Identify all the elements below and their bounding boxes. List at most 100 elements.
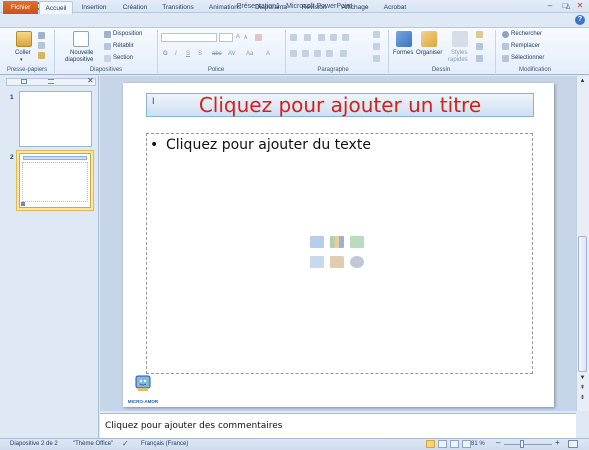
close-button[interactable]: ✕ — [573, 0, 587, 12]
cut-icon[interactable] — [38, 32, 45, 39]
insert-smartart-icon[interactable] — [350, 236, 364, 248]
help-icon[interactable]: ? — [575, 15, 585, 25]
content-placeholder-text[interactable]: Cliquez pour ajouter du texte — [166, 137, 371, 153]
align-center-icon[interactable] — [302, 50, 309, 57]
tab-home[interactable]: Accueil — [39, 1, 73, 14]
zoom-in-button[interactable]: + — [555, 438, 560, 448]
format-painter-icon[interactable] — [38, 52, 45, 59]
shape-fill-icon[interactable] — [476, 31, 483, 38]
zoom-slider-track[interactable] — [504, 444, 552, 445]
paste-dropdown-icon[interactable]: ▾ — [20, 56, 23, 64]
bold-button[interactable]: G — [163, 50, 168, 58]
smartart-icon[interactable] — [373, 55, 380, 62]
change-case-button[interactable]: Aa — [246, 50, 253, 58]
columns-icon[interactable] — [340, 50, 347, 57]
language-indicator[interactable]: Français (France) — [141, 439, 188, 449]
align-text-icon[interactable] — [373, 43, 380, 50]
new-slide-icon[interactable] — [73, 31, 89, 47]
spellcheck-icon[interactable]: ✓ — [122, 439, 129, 449]
increase-indent-icon[interactable] — [330, 34, 337, 41]
align-left-icon[interactable] — [290, 50, 297, 57]
select-button[interactable]: Sélectionner — [511, 54, 544, 62]
bullets-icon[interactable] — [290, 34, 297, 41]
shadow-button[interactable]: S — [198, 50, 202, 58]
line-spacing-icon[interactable] — [342, 34, 349, 41]
insert-media-icon[interactable] — [350, 256, 364, 268]
clear-formatting-icon[interactable] — [255, 34, 262, 41]
new-slide-button-line2[interactable]: diapositive — [65, 56, 93, 64]
theme-name[interactable]: "Thème Office" — [73, 439, 113, 449]
previous-slide-icon[interactable]: ⇞ — [577, 384, 588, 393]
insert-table-icon[interactable] — [310, 236, 324, 248]
tab-file[interactable]: Fichier — [3, 1, 38, 14]
insert-chart-icon[interactable] — [330, 236, 344, 248]
tab-review[interactable]: Révision — [296, 1, 332, 14]
scrollbar-thumb[interactable] — [578, 236, 587, 372]
strikethrough-button[interactable]: abc — [212, 50, 222, 58]
layout-button[interactable]: Disposition — [113, 30, 142, 38]
close-pane-icon[interactable]: ✕ — [87, 76, 94, 85]
tab-design[interactable]: Création — [116, 1, 154, 14]
next-slide-icon[interactable]: ⇟ — [577, 394, 588, 403]
content-placeholder-box[interactable] — [146, 133, 533, 374]
reading-view-icon[interactable] — [450, 440, 459, 448]
normal-view-icon[interactable] — [426, 440, 435, 448]
copy-icon[interactable] — [38, 42, 45, 49]
arrange-button[interactable]: Organiser — [416, 49, 442, 57]
zoom-level[interactable]: 81 % — [471, 439, 485, 449]
shapes-button[interactable]: Formes — [393, 49, 413, 57]
insert-clipart-icon[interactable] — [330, 256, 344, 268]
thumbnail-content-placeholder — [22, 162, 88, 202]
tab-animations[interactable]: Animations — [204, 1, 246, 14]
section-button[interactable]: Section — [113, 54, 133, 62]
tab-slideshow[interactable]: Diaporama — [251, 1, 291, 14]
thumbnail-logo — [21, 202, 25, 206]
underline-button[interactable]: S — [186, 50, 190, 58]
justify-icon[interactable] — [326, 50, 333, 57]
shrink-font-button[interactable]: A — [244, 34, 247, 42]
minimize-ribbon-icon[interactable]: △ — [563, 1, 573, 14]
slide-number: 1 — [10, 94, 14, 101]
quick-styles-icon[interactable] — [452, 31, 468, 47]
tab-transitions[interactable]: Transitions — [158, 1, 198, 14]
slideshow-view-icon[interactable] — [462, 440, 471, 448]
tab-insert[interactable]: Insertion — [76, 1, 112, 14]
font-name-combo[interactable] — [161, 33, 217, 42]
font-size-combo[interactable] — [219, 33, 233, 42]
paste-icon[interactable] — [16, 31, 32, 47]
arrange-icon[interactable] — [421, 31, 437, 47]
paste-button[interactable]: Coller — [15, 49, 31, 57]
group-separator — [285, 30, 286, 73]
section-icon — [104, 55, 111, 62]
fit-to-window-icon[interactable] — [568, 440, 578, 448]
italic-button[interactable]: I — [175, 50, 177, 58]
scroll-down-icon[interactable]: ▼ — [577, 374, 588, 383]
notes-placeholder[interactable]: Cliquez pour ajouter des commentaires — [105, 420, 282, 432]
insert-picture-icon[interactable] — [310, 256, 324, 268]
zoom-slider-thumb[interactable] — [520, 440, 524, 448]
tab-acrobat[interactable]: Acrobat — [378, 1, 412, 14]
decrease-indent-icon[interactable] — [318, 34, 325, 41]
tab-view[interactable]: Affichage — [336, 1, 374, 14]
find-button[interactable]: Rechercher — [511, 30, 542, 38]
slides-tab-icon[interactable] — [21, 79, 27, 84]
title-placeholder-text[interactable]: Cliquez pour ajouter un titre — [146, 93, 534, 117]
zoom-out-button[interactable]: – — [496, 438, 500, 448]
numbering-icon[interactable] — [304, 34, 311, 41]
shape-effects-icon[interactable] — [476, 55, 483, 62]
outline-tab-icon[interactable] — [48, 79, 54, 84]
shape-outline-icon[interactable] — [476, 43, 483, 50]
reset-button[interactable]: Rétablir — [113, 42, 134, 50]
character-spacing-button[interactable]: AV — [228, 50, 236, 58]
minimize-button[interactable]: – — [543, 0, 557, 12]
grow-font-button[interactable]: A — [236, 33, 240, 41]
replace-button[interactable]: Remplacer — [511, 42, 540, 50]
slide-sorter-view-icon[interactable] — [438, 440, 447, 448]
text-direction-icon[interactable] — [373, 31, 380, 38]
scroll-up-icon[interactable]: ▲ — [577, 77, 588, 86]
slide-thumbnail-1[interactable] — [19, 91, 92, 147]
quick-styles-button-line2[interactable]: rapides — [448, 56, 468, 64]
shapes-icon[interactable] — [396, 31, 412, 47]
font-color-button[interactable]: A — [266, 50, 270, 58]
align-right-icon[interactable] — [314, 50, 321, 57]
